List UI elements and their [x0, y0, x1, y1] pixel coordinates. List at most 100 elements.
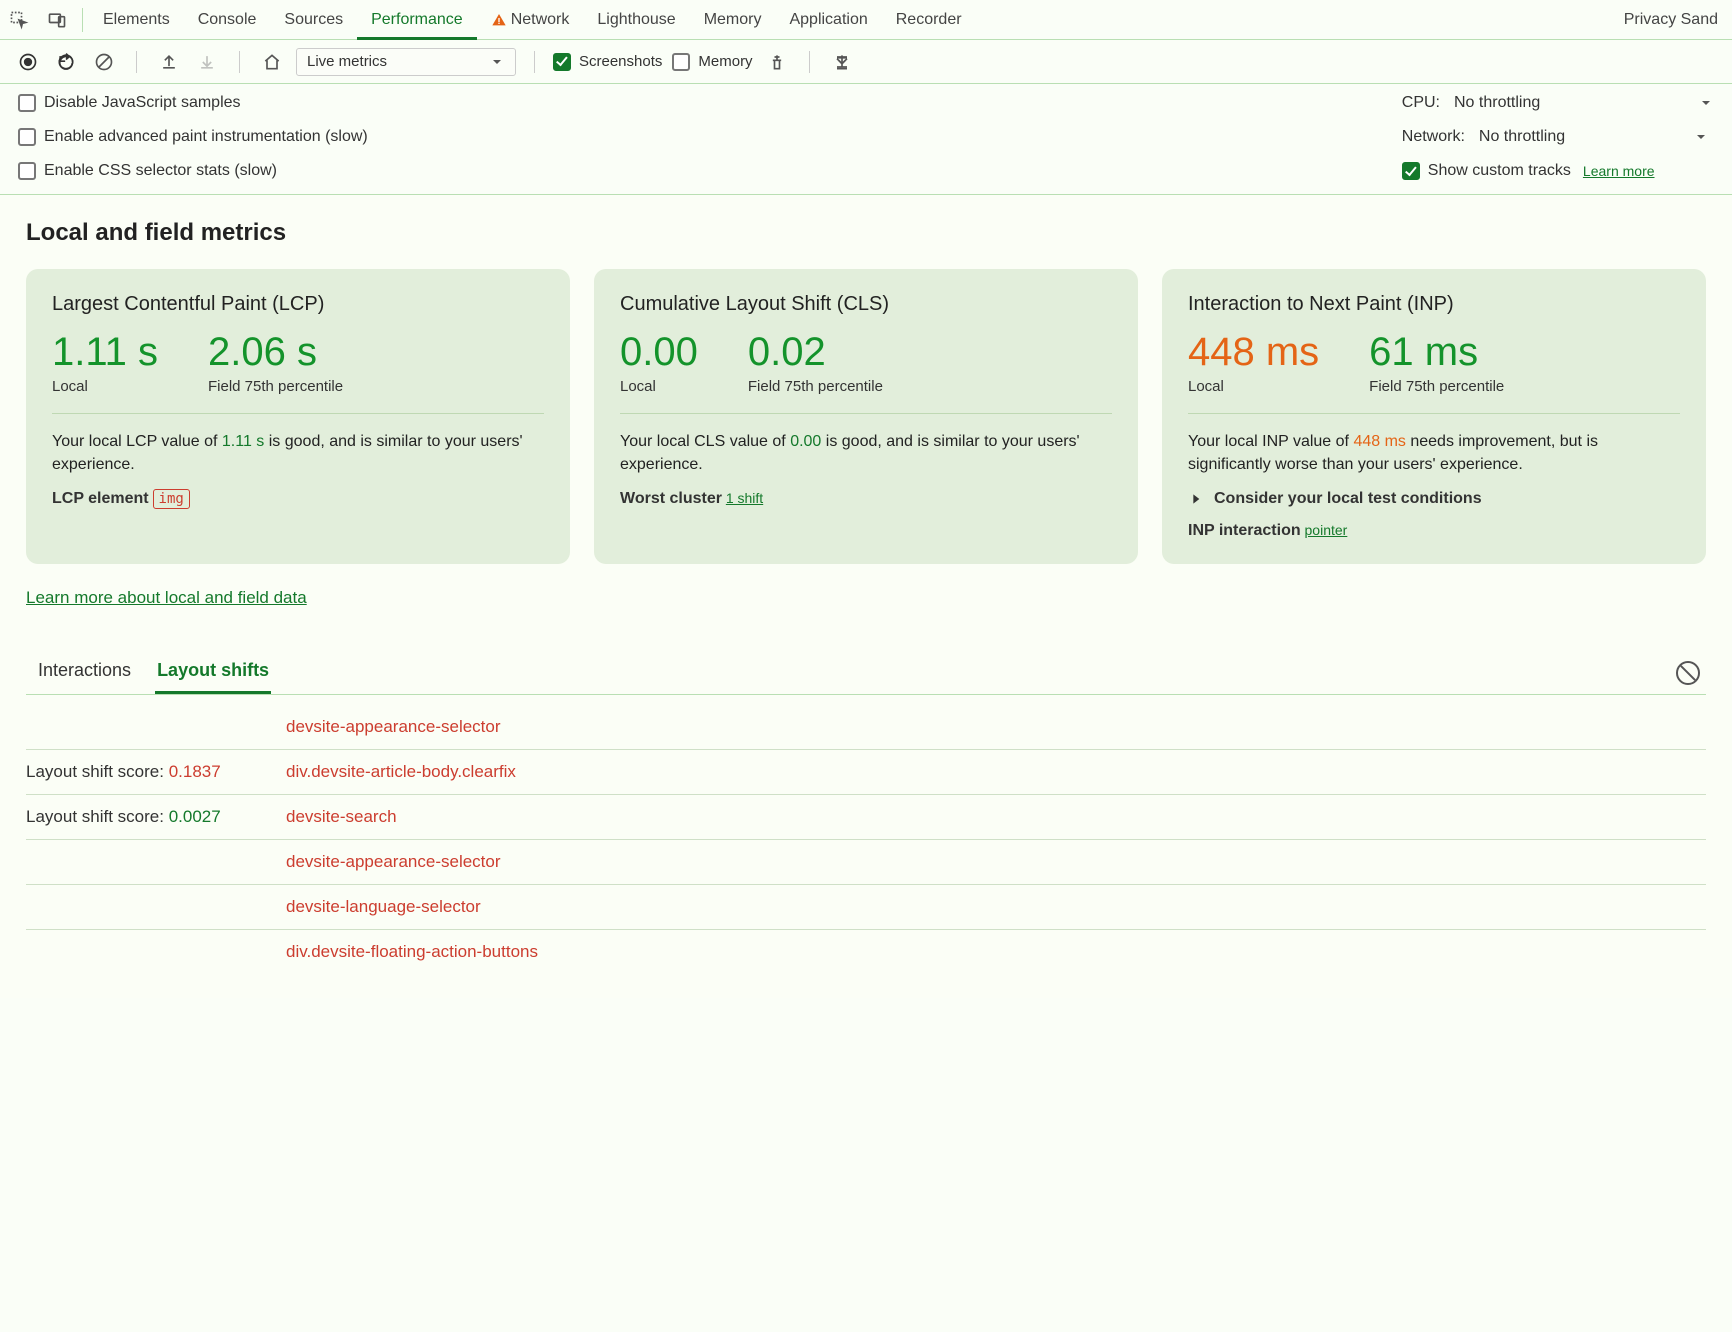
chevron-down-icon	[489, 54, 505, 70]
layout-shift-row[interactable]: Layout shift score: 0.0027 devsite-searc…	[26, 795, 1706, 840]
tab-elements[interactable]: Elements	[89, 0, 184, 40]
layout-shift-row[interactable]: devsite-appearance-selector	[26, 840, 1706, 885]
inp-field-value: 61 ms	[1369, 330, 1504, 374]
tab-layout-shifts[interactable]: Layout shifts	[155, 652, 271, 694]
checkbox-icon	[1402, 162, 1420, 180]
inp-local-label: Local	[1188, 378, 1319, 395]
checkbox-icon	[672, 53, 690, 71]
shift-score-value: 0.1837	[169, 762, 221, 781]
cls-description: Your local CLS value of 0.00 is good, an…	[620, 430, 1112, 476]
lcp-field-value: 2.06 s	[208, 330, 343, 374]
screenshots-checkbox[interactable]: Screenshots	[553, 53, 662, 71]
record-icon[interactable]	[14, 48, 42, 76]
tab-performance[interactable]: Performance	[357, 0, 477, 40]
lcp-description: Your local LCP value of 1.11 s is good, …	[52, 430, 544, 476]
checkbox-icon	[553, 53, 571, 71]
divider	[239, 51, 240, 73]
css-selector-stats-label: Enable CSS selector stats (slow)	[44, 162, 277, 180]
divider	[534, 51, 535, 73]
shortcuts-icon[interactable]	[828, 48, 856, 76]
cls-local-label: Local	[620, 378, 698, 395]
disable-js-samples-checkbox[interactable]: Disable JavaScript samples	[18, 94, 368, 112]
reload-icon[interactable]	[52, 48, 80, 76]
inp-interaction-link[interactable]: pointer	[1305, 522, 1348, 538]
learn-more-link[interactable]: Learn more	[1583, 163, 1655, 179]
tab-sources[interactable]: Sources	[270, 0, 357, 40]
cls-local-value: 0.00	[620, 330, 698, 374]
lcp-element-row: LCP element img	[52, 490, 544, 508]
clear-icon[interactable]	[90, 48, 118, 76]
inp-description: Your local INP value of 448 ms needs imp…	[1188, 430, 1680, 476]
cls-field-label: Field 75th percentile	[748, 378, 883, 395]
advanced-paint-checkbox[interactable]: Enable advanced paint instrumentation (s…	[18, 128, 368, 146]
divider	[136, 51, 137, 73]
cls-cluster-row: Worst cluster 1 shift	[620, 490, 1112, 508]
inp-card: Interaction to Next Paint (INP) 448 ms L…	[1162, 269, 1706, 564]
cls-cluster-link[interactable]: 1 shift	[726, 490, 763, 506]
devtools-tab-bar: Elements Console Sources Performance Net…	[0, 0, 1732, 40]
screenshots-label: Screenshots	[579, 53, 662, 70]
upload-icon[interactable]	[155, 48, 183, 76]
checkbox-icon	[18, 128, 36, 146]
layout-shift-list: devsite-appearance-selector Layout shift…	[26, 705, 1706, 974]
cls-card-title: Cumulative Layout Shift (CLS)	[620, 293, 1112, 316]
performance-toolbar: Live metrics Screenshots Memory	[0, 40, 1732, 84]
layout-shift-row[interactable]: Layout shift score: 0.1837 div.devsite-a…	[26, 750, 1706, 795]
divider	[809, 51, 810, 73]
inp-local-value: 448 ms	[1188, 330, 1319, 374]
device-toolbar-icon[interactable]	[38, 0, 76, 40]
network-throttle-value: No throttling	[1479, 128, 1565, 146]
memory-label: Memory	[698, 53, 752, 70]
layout-shift-row[interactable]: div.devsite-floating-action-buttons	[26, 930, 1706, 974]
section-title: Local and field metrics	[26, 219, 1706, 247]
shift-score-label: Layout shift score:	[26, 807, 169, 826]
checkbox-icon	[18, 94, 36, 112]
disable-js-samples-label: Disable JavaScript samples	[44, 94, 241, 112]
download-icon[interactable]	[193, 48, 221, 76]
tab-application[interactable]: Application	[775, 0, 881, 40]
tab-privacy[interactable]: Privacy Sand	[1610, 0, 1732, 40]
perspective-select-label: Live metrics	[307, 53, 387, 70]
home-icon[interactable]	[258, 48, 286, 76]
cls-field-value: 0.02	[748, 330, 883, 374]
inp-disclosure[interactable]: Consider your local test conditions	[1188, 490, 1680, 508]
network-throttle-label: Network:	[1402, 128, 1465, 146]
tab-lighthouse[interactable]: Lighthouse	[583, 0, 689, 40]
tab-interactions[interactable]: Interactions	[36, 652, 133, 694]
shift-element: div.devsite-floating-action-buttons	[286, 942, 538, 962]
custom-tracks-checkbox[interactable]: Show custom tracks	[1402, 162, 1571, 180]
shift-element: devsite-language-selector	[286, 897, 481, 917]
inp-field-label: Field 75th percentile	[1369, 378, 1504, 395]
shift-element: div.devsite-article-body.clearfix	[286, 762, 516, 782]
lcp-field-label: Field 75th percentile	[208, 378, 343, 395]
custom-tracks-label: Show custom tracks	[1428, 162, 1571, 180]
performance-content: Local and field metrics Largest Contentf…	[0, 195, 1732, 998]
shift-element: devsite-appearance-selector	[286, 852, 501, 872]
lcp-local-value: 1.11 s	[52, 330, 158, 374]
layout-shift-row[interactable]: devsite-language-selector	[26, 885, 1706, 930]
shift-score-label: Layout shift score:	[26, 762, 169, 781]
css-selector-stats-checkbox[interactable]: Enable CSS selector stats (slow)	[18, 162, 368, 180]
inp-interaction-row: INP interaction pointer	[1188, 522, 1680, 540]
lcp-card-title: Largest Contentful Paint (LCP)	[52, 293, 544, 316]
tab-console[interactable]: Console	[184, 0, 271, 40]
inspect-element-icon[interactable]	[0, 0, 38, 40]
checkbox-icon	[18, 162, 36, 180]
lcp-element-tag[interactable]: img	[153, 489, 190, 509]
chevron-down-icon	[1693, 129, 1709, 145]
layout-shift-row[interactable]: devsite-appearance-selector	[26, 705, 1706, 750]
shift-element: devsite-search	[286, 807, 397, 827]
clear-list-icon[interactable]	[1676, 661, 1700, 685]
tab-memory[interactable]: Memory	[690, 0, 776, 40]
tab-recorder[interactable]: Recorder	[882, 0, 976, 40]
lcp-local-label: Local	[52, 378, 158, 395]
memory-checkbox[interactable]: Memory	[672, 53, 752, 71]
shift-score-value: 0.0027	[169, 807, 221, 826]
cpu-throttle-select[interactable]: No throttling	[1454, 94, 1714, 112]
garbage-collect-icon[interactable]	[763, 48, 791, 76]
perspective-select[interactable]: Live metrics	[296, 48, 516, 76]
tab-network[interactable]: Network	[477, 0, 584, 40]
cls-card: Cumulative Layout Shift (CLS) 0.00 Local…	[594, 269, 1138, 564]
learn-more-field-data-link[interactable]: Learn more about local and field data	[26, 588, 307, 608]
network-throttle-select[interactable]: No throttling	[1479, 128, 1709, 146]
